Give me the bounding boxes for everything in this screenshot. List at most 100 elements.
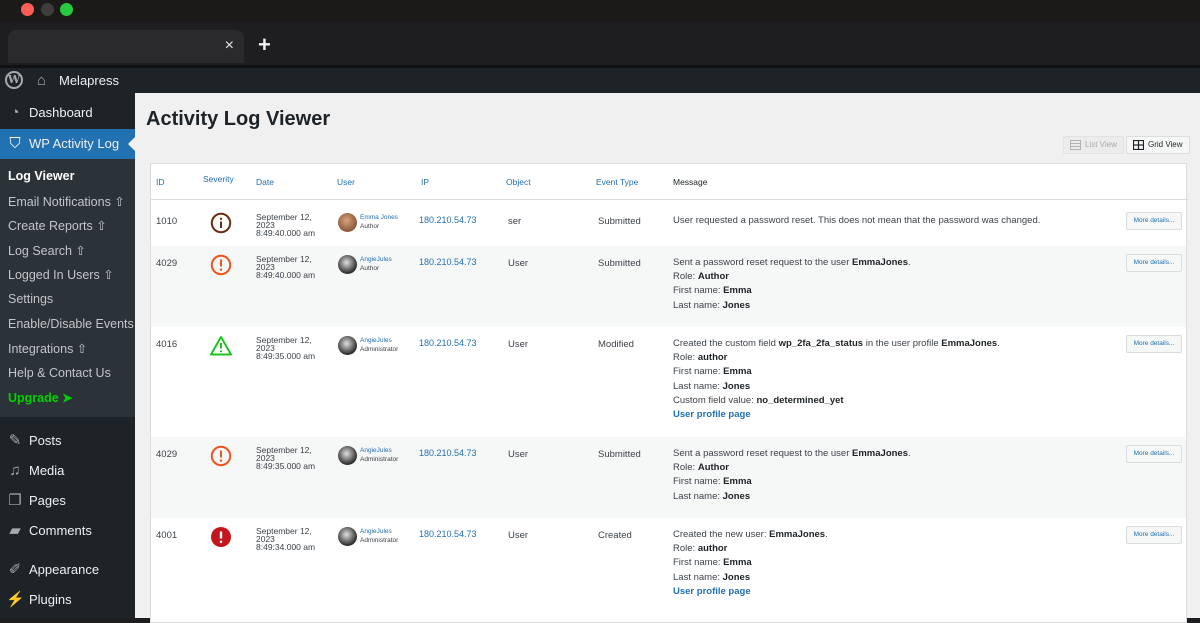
event-id: 1010 xyxy=(156,216,178,227)
more-details-button[interactable]: More details... xyxy=(1126,445,1182,463)
message-line: Created the new user: EmmaJones. xyxy=(673,529,828,540)
plug-icon: ⚡ xyxy=(6,591,25,608)
admin-sidebar: ◔ Dashboard ⛉ WP Activity Log Log Viewer Emai… xyxy=(0,93,135,618)
minimize-window-button[interactable] xyxy=(41,3,54,16)
close-tab-icon[interactable]: × xyxy=(225,36,234,56)
grid-icon xyxy=(1133,140,1144,150)
column-header-event-type[interactable]: Event Type xyxy=(596,177,638,187)
column-header-message: Message xyxy=(673,177,708,187)
submenu-item-settings[interactable]: Settings xyxy=(8,292,53,306)
sidebar-item-label: Comments xyxy=(29,523,92,538)
column-header-date[interactable]: Date xyxy=(256,177,274,187)
close-window-button[interactable] xyxy=(21,3,34,16)
message-value: EmmaJones xyxy=(852,448,908,459)
table-row: 4001 September 12, 2023 8:49:34.000 am Angie… xyxy=(151,518,1186,613)
maximize-window-button[interactable] xyxy=(60,3,73,16)
sidebar-item-appearance[interactable]: ✐ Appearance xyxy=(0,555,135,585)
message-value: Jones xyxy=(722,299,751,311)
sidebar-item-posts[interactable]: ✎ Posts xyxy=(0,426,135,456)
event-object: User xyxy=(508,339,529,350)
event-date: September 12, 2023 8:49:40.000 am xyxy=(256,255,315,280)
message-value: Jones xyxy=(722,571,751,583)
more-details-button[interactable]: More details... xyxy=(1126,254,1182,272)
ip-address-link[interactable]: 180.210.54.73 xyxy=(419,338,477,348)
sidebar-item-plugins[interactable]: ⚡ Plugins xyxy=(0,585,135,615)
submenu-item-integrations[interactable]: Integrations ⇧ xyxy=(8,341,87,356)
user-avatar[interactable] xyxy=(338,527,357,546)
user-avatar[interactable] xyxy=(338,336,357,355)
event-type: Submitted xyxy=(598,216,641,227)
sidebar-item-label: Posts xyxy=(29,433,62,448)
submenu-item-enable-disable-events[interactable]: Enable/Disable Events xyxy=(8,317,134,331)
message-value: wp_2fa_2fa_status xyxy=(778,338,864,349)
sidebar-item-media[interactable]: ♫ Media xyxy=(0,456,135,486)
message-line: Role: Author xyxy=(673,271,729,283)
more-details-button[interactable]: More details... xyxy=(1126,212,1182,230)
user-avatar[interactable] xyxy=(338,213,357,232)
user-name-link[interactable]: AngieJules xyxy=(360,447,392,454)
ip-address-link[interactable]: 180.210.54.73 xyxy=(419,529,477,539)
list-icon xyxy=(1070,140,1081,150)
grid-view-button[interactable]: Grid View xyxy=(1126,136,1190,154)
home-icon[interactable]: ⌂ xyxy=(37,72,46,89)
user-avatar[interactable] xyxy=(338,255,357,274)
sidebar-item-comments[interactable]: ▰ Comments xyxy=(0,516,135,546)
message-value: Emma xyxy=(723,366,752,378)
submenu-item-upgrade[interactable]: Upgrade ➤ xyxy=(8,390,73,405)
message-value: EmmaJones xyxy=(769,529,826,540)
sidebar-item-dashboard[interactable]: ◔ Dashboard xyxy=(0,98,135,128)
user-name-link[interactable]: AngieJules xyxy=(360,256,392,263)
ip-address-link[interactable]: 180.210.54.73 xyxy=(419,257,477,267)
submenu-item-logged-in-users[interactable]: Logged In Users ⇧ xyxy=(8,267,114,282)
site-name-link[interactable]: Melapress xyxy=(59,73,119,88)
column-header-id[interactable]: ID xyxy=(156,177,165,187)
user-profile-page-link[interactable]: User profile page xyxy=(673,409,751,420)
browser-tab[interactable]: × xyxy=(8,30,244,63)
event-message: Created the custom field wp_2fa_2fa_stat… xyxy=(673,337,1000,422)
event-type: Submitted xyxy=(598,258,641,269)
new-tab-button[interactable]: + xyxy=(258,34,271,56)
event-id: 4016 xyxy=(156,339,178,350)
event-message: Created the new user: EmmaJones. Role: au… xyxy=(673,528,828,599)
submenu-item-log-viewer[interactable]: Log Viewer xyxy=(8,169,74,183)
user-role: Author xyxy=(360,223,380,230)
user-profile-page-link[interactable]: User profile page xyxy=(673,586,751,597)
column-header-object[interactable]: Object xyxy=(506,177,531,187)
submenu-item-help-contact-us[interactable]: Help & Contact Us xyxy=(8,366,111,380)
media-icon: ♫ xyxy=(9,462,21,479)
sidebar-item-pages[interactable]: ❐ Pages xyxy=(0,486,135,516)
event-object: ser xyxy=(508,216,522,227)
user-name-link[interactable]: AngieJules xyxy=(360,337,392,344)
ip-address-link[interactable]: 180.210.54.73 xyxy=(419,215,477,225)
wordpress-logo-icon[interactable]: W xyxy=(5,71,23,89)
user-avatar[interactable] xyxy=(338,446,357,465)
event-id: 4029 xyxy=(156,258,178,269)
message-line: First name: Emma xyxy=(673,285,752,297)
user-role: Administrator xyxy=(360,456,399,463)
more-details-button[interactable]: More details... xyxy=(1126,526,1182,544)
column-header-severity[interactable]: Severity xyxy=(203,174,234,184)
main-content: Activity Log Viewer List View Grid View … xyxy=(135,93,1200,623)
list-view-button[interactable]: List View xyxy=(1063,136,1124,154)
event-object: User xyxy=(508,258,529,269)
message-value: author xyxy=(697,352,728,364)
message-line: Custom field value: no_determined_yet xyxy=(673,394,844,406)
submenu-item-create-reports[interactable]: Create Reports ⇧ xyxy=(8,218,107,233)
user-name-link[interactable]: AngieJules xyxy=(360,528,392,535)
column-header-ip[interactable]: IP xyxy=(421,177,429,187)
message-line: User profile page xyxy=(673,585,828,599)
severity-warning-icon xyxy=(210,254,232,276)
more-details-button[interactable]: More details... xyxy=(1126,335,1182,353)
column-header-user[interactable]: User xyxy=(337,177,355,187)
submenu-item-log-search[interactable]: Log Search ⇧ xyxy=(8,243,86,258)
event-date: September 12, 2023 8:49:34.000 am xyxy=(256,527,315,552)
sidebar-item-wp-activity-log[interactable]: ⛉ WP Activity Log xyxy=(0,129,135,159)
ip-address-link[interactable]: 180.210.54.73 xyxy=(419,448,477,458)
sidebar-item-label: Appearance xyxy=(29,562,100,577)
user-name-link[interactable]: Emma Jones xyxy=(360,214,398,221)
submenu-item-email-notifications[interactable]: Email Notifications ⇧ xyxy=(8,194,125,209)
message-value: author xyxy=(697,543,728,555)
table-row: 1010 September 12, 2023 8:49:40.000 am Emma … xyxy=(151,200,1186,246)
message-value: no_determined_yet xyxy=(756,394,844,406)
table-row: 4029 September 12, 2023 8:49:40.000 am Angie… xyxy=(151,246,1186,327)
